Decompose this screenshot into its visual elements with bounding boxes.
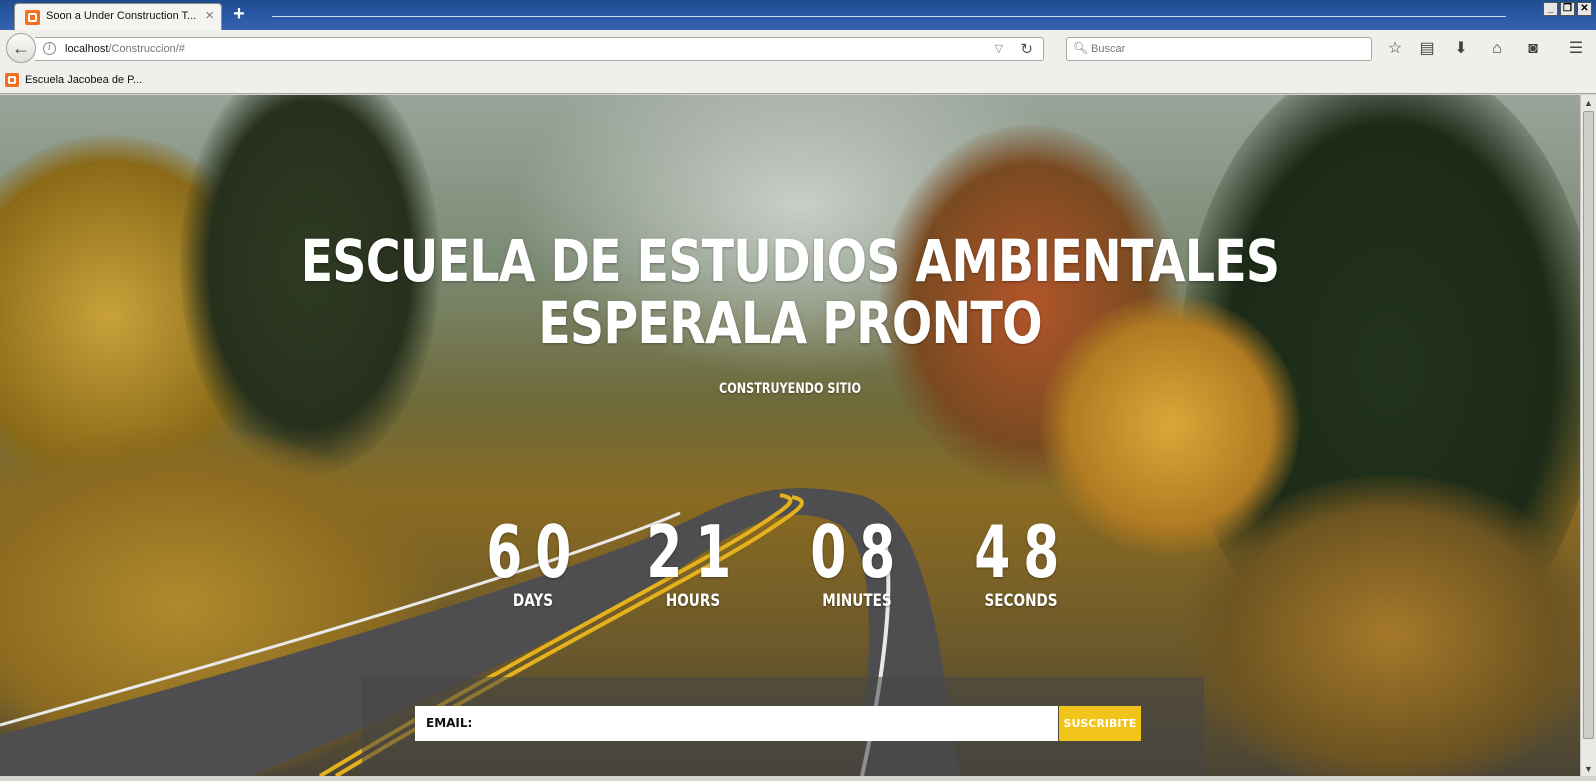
bookmark-favicon-icon [5,73,19,87]
restore-button[interactable]: ❐ [1560,2,1575,16]
url-host: localhost [65,43,109,55]
download-icon[interactable]: ⬇ [1450,38,1472,60]
url-path: /Construccion/# [108,43,185,55]
countdown-minutes-value: 08 [810,510,909,594]
back-button[interactable]: ← [6,33,36,63]
countdown-days: 60 DAYS [468,513,598,611]
tab-title: Soon a Under Construction T... [46,10,197,22]
search-bar[interactable]: 🔍︎ Buscar [1066,37,1372,61]
url-bar[interactable]: i localhost/Construccion/# ▽ ↻ [35,37,1044,61]
window-bottom-edge [0,776,1596,781]
star-icon[interactable]: ☆ [1384,38,1406,60]
page-headline: ESCUELA DE ESTUDIOS AMBIENTALES ESPERALA… [142,230,1438,354]
headline-line-2: ESPERALA PRONTO [538,289,1042,357]
menu-icon[interactable]: ☰ [1565,38,1587,60]
xampp-favicon-icon [25,10,40,25]
page-scrollbar[interactable]: ▲ ▼ [1580,95,1596,776]
road-illustration [0,488,960,776]
countdown-hours: 21 HOURS [628,513,758,611]
countdown-hours-label: HOURS [665,591,721,611]
email-label: EMAIL: [426,716,473,730]
navigation-toolbar: i localhost/Construccion/# ▽ ↻ ← 🔍︎ Busc… [0,30,1596,67]
history-dropdown-icon[interactable]: ▽ [995,42,1003,55]
scroll-up-icon[interactable]: ▲ [1584,98,1593,108]
page-tagline: CONSTRUYENDO SITIO [719,381,861,397]
countdown-days-value: 60 [486,510,585,594]
search-placeholder: Buscar [1091,43,1126,55]
countdown-days-label: DAYS [512,591,554,611]
url-text[interactable]: localhost/Construccion/# [65,43,185,55]
tab-strip: Soon a Under Construction T... × + _ ❐ ✕ [0,0,1596,30]
reading-list-icon[interactable]: ▤ [1416,38,1438,60]
subscribe-panel: EMAIL: SUSCRIBITE [362,677,1204,776]
pocket-icon[interactable]: ◙ [1522,38,1544,60]
tab-close-icon[interactable]: × [205,7,214,24]
bookmarks-bar: Escuela Jacobea de P... [0,67,1596,94]
minimize-button[interactable]: _ [1543,2,1558,16]
reload-icon[interactable]: ↻ [1020,40,1033,58]
countdown-seconds: 48 SECONDS [956,513,1086,611]
tab-strip-rule [272,16,1506,17]
subscribe-button[interactable]: SUSCRIBITE [1059,706,1141,741]
page-viewport: ESCUELA DE ESTUDIOS AMBIENTALES ESPERALA… [0,95,1580,776]
site-info-icon[interactable]: i [43,42,56,55]
new-tab-button[interactable]: + [229,3,249,25]
bookmark-item[interactable]: Escuela Jacobea de P... [25,74,142,86]
tab-active[interactable]: Soon a Under Construction T... × [14,3,222,30]
home-icon[interactable]: ⌂ [1486,38,1508,60]
headline-line-1: ESCUELA DE ESTUDIOS AMBIENTALES [300,227,1281,295]
email-field[interactable]: EMAIL: [415,706,1058,741]
countdown-minutes: 08 MINUTES [792,513,922,611]
close-window-button[interactable]: ✕ [1577,2,1592,16]
back-arrow-icon: ← [12,38,30,58]
countdown-seconds-value: 48 [974,510,1073,594]
countdown-seconds-label: SECONDS [984,591,1058,611]
countdown-hours-value: 21 [646,510,745,594]
scroll-down-icon[interactable]: ▼ [1584,764,1593,774]
scrollbar-thumb[interactable] [1583,111,1594,739]
search-icon: 🔍︎ [1073,41,1089,55]
countdown-minutes-label: MINUTES [822,591,892,611]
email-input[interactable] [467,710,1052,737]
